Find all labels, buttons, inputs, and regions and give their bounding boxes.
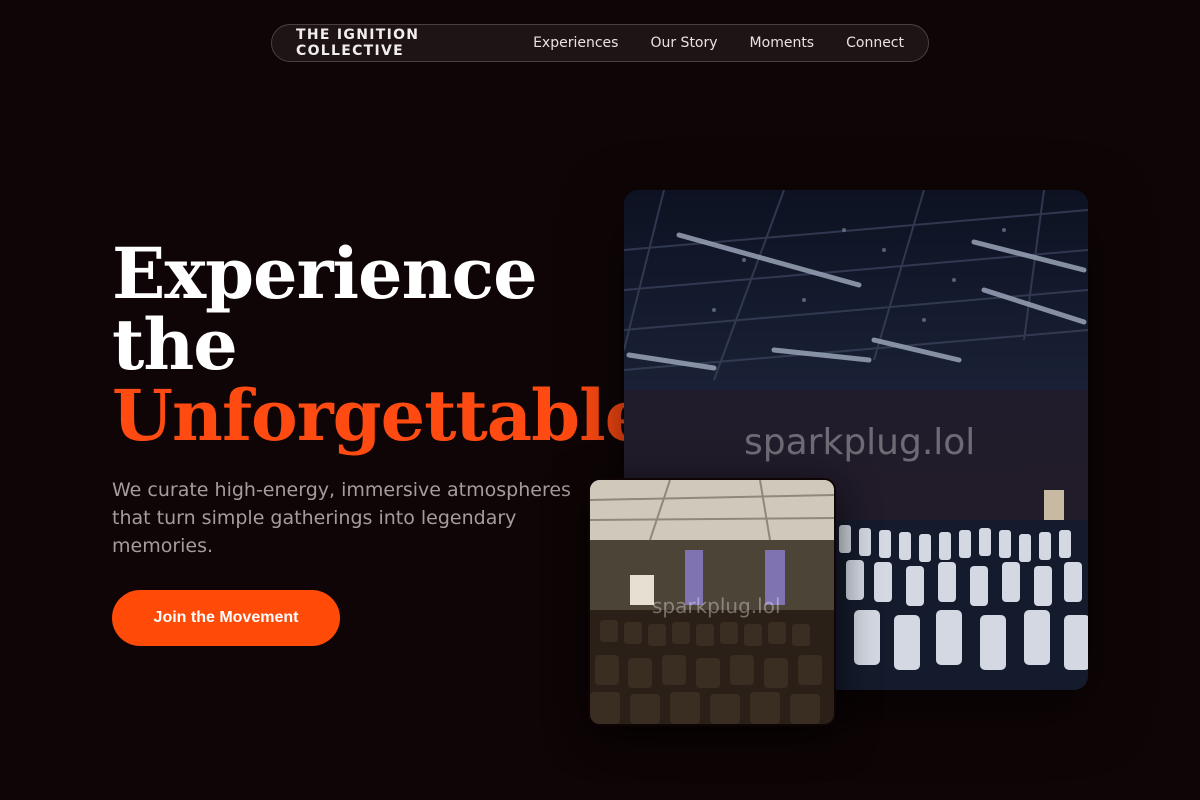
join-movement-button[interactable]: Join the Movement (112, 590, 340, 646)
main-photo-watermark: sparkplug.lol (744, 422, 976, 463)
small-photo-watermark: sparkplug.lol (652, 594, 781, 618)
top-nav: THE IGNITION COLLECTIVE Experiences Our … (271, 24, 929, 62)
nav-link-experiences[interactable]: Experiences (533, 35, 618, 51)
nav-link-moments[interactable]: Moments (750, 35, 815, 51)
conference-room-photo: sparkplug.lol (588, 478, 836, 726)
brand-logo[interactable]: THE IGNITION COLLECTIVE (296, 27, 501, 59)
headline-line-2: the (112, 303, 238, 386)
headline-line-1: Experience (112, 232, 538, 315)
hero-subtitle: We curate high-energy, immersive atmosph… (112, 479, 571, 557)
nav-link-our-story[interactable]: Our Story (650, 35, 717, 51)
headline-accent: Unforgettable. (112, 374, 673, 457)
nav-link-connect[interactable]: Connect (846, 35, 904, 51)
hero-headline: Experience the Unforgettable. (112, 232, 673, 457)
